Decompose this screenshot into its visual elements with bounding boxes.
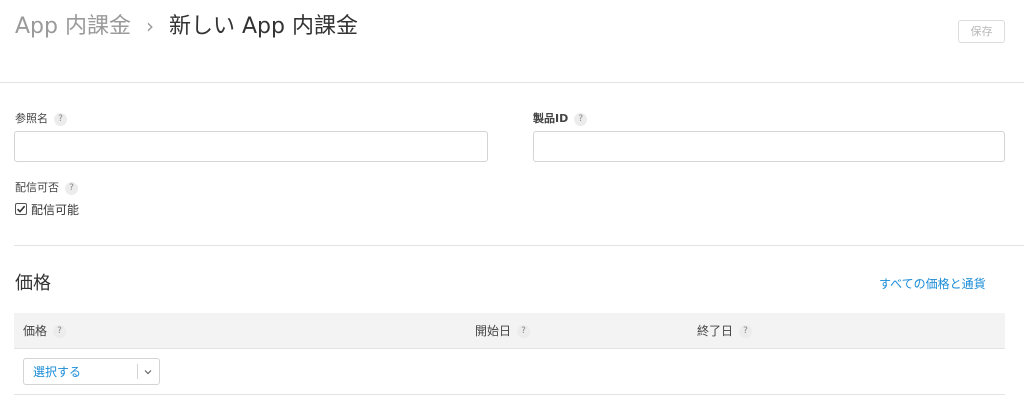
chevron-down-icon[interactable] — [141, 366, 155, 378]
column-header-start-date-label: 開始日 — [475, 324, 512, 338]
column-header-price: 価格? — [23, 323, 67, 339]
column-header-end-date-label: 終了日 — [697, 324, 734, 338]
all-prices-link[interactable]: すべての価格と通貨 — [879, 276, 986, 292]
product-id-label-text: 製品ID — [533, 112, 569, 125]
product-id-input[interactable] — [533, 131, 1005, 162]
price-tier-select[interactable]: 選択する — [23, 358, 160, 385]
reference-name-input[interactable] — [14, 131, 488, 162]
column-header-price-label: 価格 — [23, 324, 48, 338]
save-button[interactable]: 保存 — [958, 20, 1005, 43]
select-divider — [137, 364, 138, 379]
help-icon[interactable]: ? — [517, 325, 531, 338]
availability-label-text: 配信可否 — [15, 181, 59, 194]
price-table-header: 価格? 開始日? 終了日? — [14, 313, 1005, 349]
price-row-divider — [14, 394, 1005, 395]
help-icon[interactable]: ? — [574, 112, 588, 126]
availability-checkbox-label: 配信可能 — [31, 203, 80, 217]
checkbox-checked-icon[interactable] — [15, 203, 27, 215]
help-icon[interactable]: ? — [739, 325, 753, 338]
reference-name-label: 参照名? — [15, 112, 67, 126]
chevron-right-icon: › — [145, 14, 154, 38]
column-header-start-date: 開始日? — [475, 323, 531, 339]
product-id-label: 製品ID? — [533, 112, 588, 126]
page-header: App 内課金 › 新しい App 内課金 保存 — [0, 0, 1024, 83]
page-title: 新しい App 内課金 — [168, 14, 358, 39]
breadcrumb-parent-link[interactable]: App 内課金 — [15, 14, 131, 39]
availability-checkbox-row[interactable]: 配信可能 — [15, 202, 79, 218]
help-icon[interactable]: ? — [54, 112, 67, 126]
pricing-section-title: 価格 — [15, 273, 51, 294]
help-icon[interactable]: ? — [65, 181, 78, 195]
column-header-end-date: 終了日? — [697, 323, 753, 339]
breadcrumb: App 内課金 › 新しい App 内課金 — [15, 10, 358, 43]
help-icon[interactable]: ? — [53, 325, 67, 338]
price-tier-select-value: 選択する — [33, 365, 82, 379]
section-divider — [14, 245, 1024, 246]
reference-name-label-text: 参照名 — [15, 112, 48, 125]
availability-label: 配信可否? — [15, 181, 78, 195]
